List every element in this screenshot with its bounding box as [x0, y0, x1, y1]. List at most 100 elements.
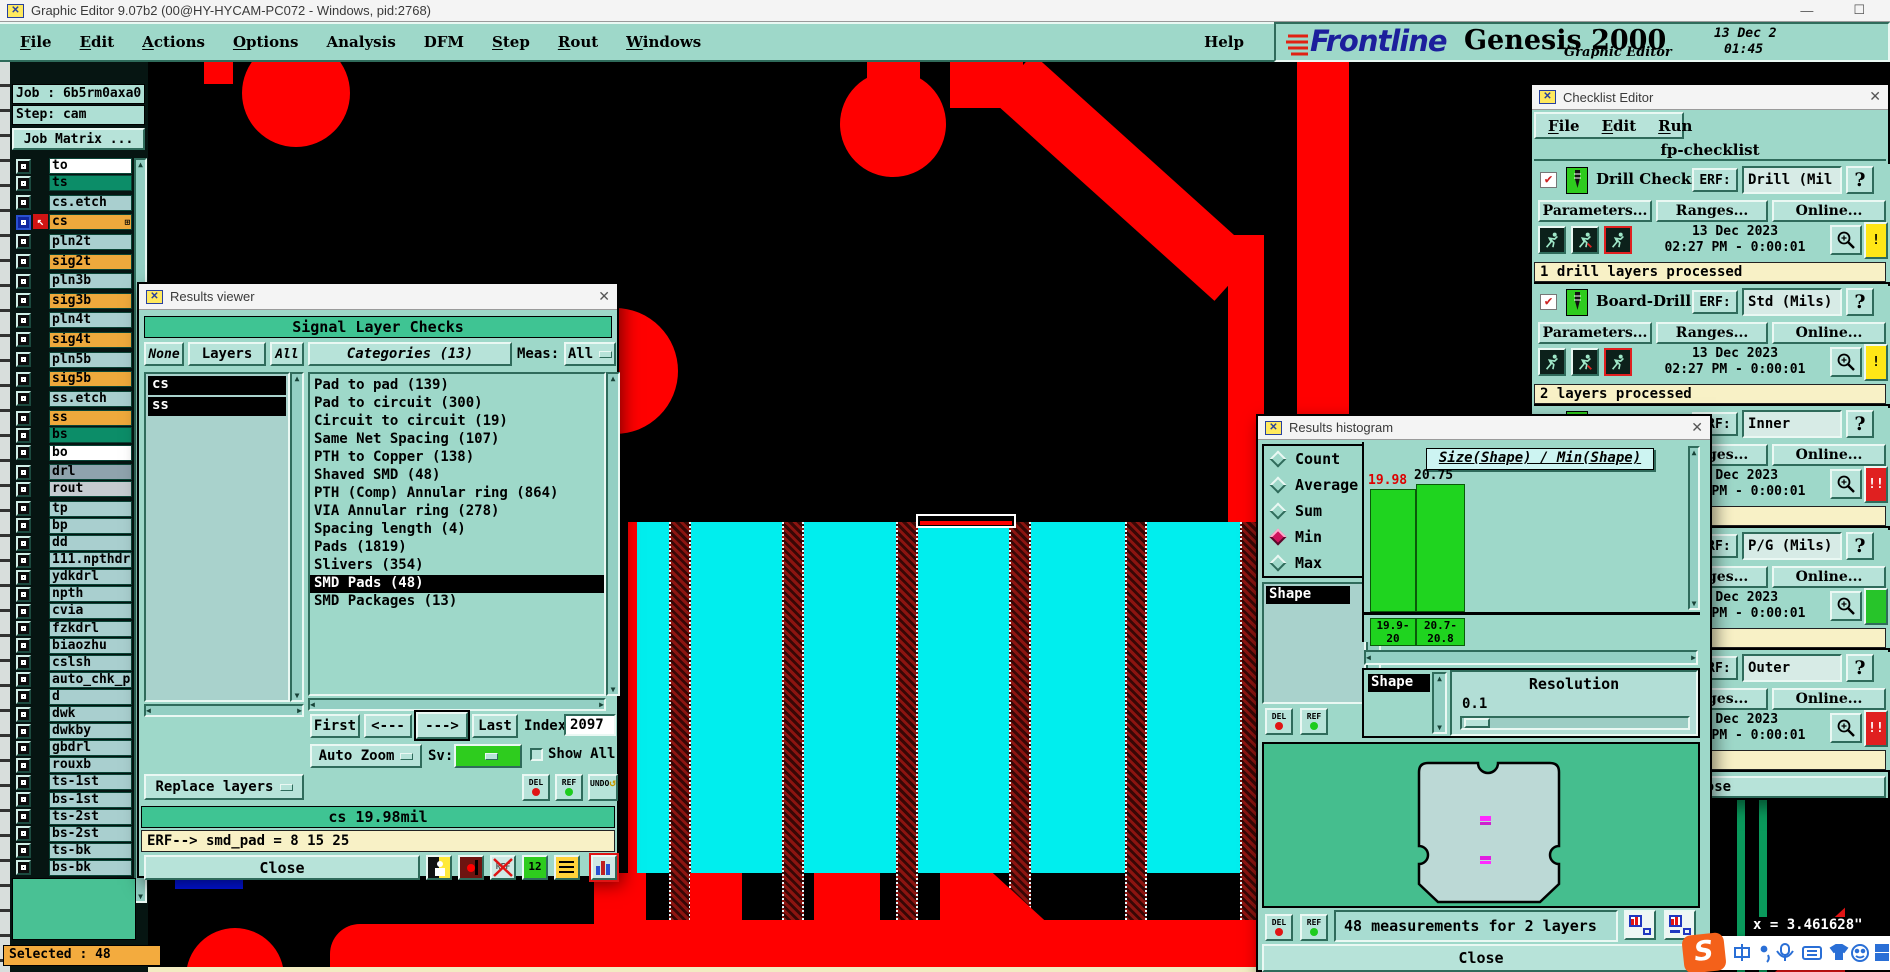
category-item[interactable]: Same Net Spacing (107)	[310, 431, 604, 449]
layer-label[interactable]: dwk	[49, 706, 132, 722]
hist-del-button2[interactable]: DEL	[1265, 914, 1293, 941]
sogou-logo[interactable]: S	[1681, 931, 1727, 972]
layer-label[interactable]: dd	[49, 535, 132, 551]
layer-label[interactable]: sig3b	[49, 292, 132, 309]
viewer-close-button[interactable]: Close	[144, 855, 420, 880]
help-button[interactable]: ?	[1846, 532, 1874, 560]
category-item[interactable]: PTH (Comp) Annular ring (864)	[310, 485, 604, 503]
layer-checkbox[interactable]	[16, 371, 31, 387]
layer-checkbox[interactable]	[16, 352, 31, 367]
layer-label[interactable]: ts-1st	[49, 774, 132, 791]
layer-row-bs-2st[interactable]: bs-2st	[12, 825, 132, 842]
online-button[interactable]: Online...	[1772, 566, 1886, 588]
undo-button[interactable]: UNDO↺	[588, 774, 618, 801]
layer-checkbox[interactable]	[16, 293, 31, 309]
ranges-button[interactable]: Ranges...	[1656, 322, 1768, 344]
radio-diamond-icon[interactable]	[1269, 502, 1287, 520]
first-button[interactable]: First	[310, 714, 360, 738]
layer-checkbox[interactable]	[16, 391, 31, 407]
layer-checkbox[interactable]	[16, 273, 31, 289]
layer-row-dwkby[interactable]: dwkby	[12, 723, 132, 740]
layer-row-bs[interactable]: bs	[12, 427, 132, 444]
layer-checkbox[interactable]	[16, 792, 31, 807]
layer-row-drl[interactable]: drl	[12, 464, 132, 481]
layer-label[interactable]: cs.etch	[49, 194, 132, 211]
menu-dfm[interactable]: DFM	[424, 33, 464, 51]
layer-row-npth[interactable]: npth	[12, 586, 132, 603]
show-all-checkbox[interactable]	[530, 748, 543, 761]
layer-label[interactable]: rouxb	[49, 757, 132, 774]
viewer-titlebar[interactable]: ✕ Results viewer ✕	[139, 284, 617, 310]
layer-checkbox[interactable]	[16, 312, 31, 328]
section-checkbox[interactable]: ✔	[1540, 294, 1557, 310]
layer-checkbox[interactable]	[16, 234, 31, 250]
close-icon[interactable]: ✕	[1869, 89, 1881, 105]
help-button[interactable]: ?	[1846, 288, 1874, 316]
menu-help[interactable]: Help	[1204, 33, 1244, 51]
layer-label[interactable]: auto_chk_pn	[49, 671, 132, 688]
hist-ref-button[interactable]: REF	[1300, 708, 1328, 735]
ref-off-icon[interactable]: REF	[490, 855, 516, 880]
slider-thumb[interactable]	[1464, 718, 1490, 728]
ime-icons[interactable]	[1733, 942, 1889, 964]
layer-checkbox[interactable]	[16, 552, 31, 568]
layer-row-ts-2st[interactable]: ts-2st	[12, 808, 132, 825]
online-button[interactable]: Online...	[1772, 322, 1886, 344]
layer-checkbox[interactable]	[16, 254, 31, 269]
current-marker-icon[interactable]	[458, 855, 484, 880]
magnifier-icon[interactable]	[1830, 225, 1862, 255]
replace-layers-dropdown[interactable]: Replace layers	[144, 774, 304, 800]
layer-row-pln2t[interactable]: pln2t	[12, 233, 132, 250]
layer-checkbox[interactable]	[16, 826, 31, 842]
layer-row-rouxb[interactable]: rouxb	[12, 757, 132, 774]
layer-label[interactable]: sig4t	[49, 331, 132, 348]
layer-row-bp[interactable]: bp	[12, 517, 132, 534]
layer-row-pln5b[interactable]: pln5b	[12, 351, 132, 368]
viewer-layer-item[interactable]: cs	[148, 376, 286, 395]
layer-row-tp[interactable]: tp	[12, 500, 132, 517]
online-button[interactable]: Online...	[1772, 444, 1886, 466]
category-item[interactable]: SMD Packages (13)	[310, 593, 604, 611]
histogram-bar[interactable]	[1370, 489, 1416, 612]
layer-row-sig3b[interactable]: sig3b	[12, 292, 132, 309]
prev-button[interactable]: <---	[364, 714, 412, 738]
shape-list-item[interactable]: Shape	[1266, 586, 1350, 604]
layer-label[interactable]: biaozhu	[49, 637, 132, 654]
chart-vscroll[interactable]: ▲ ▼	[1688, 446, 1700, 610]
checklist-menu-run[interactable]: Run	[1658, 117, 1692, 135]
checklist-menu-edit[interactable]: Edit	[1602, 117, 1637, 135]
run-partial-icon[interactable]	[1571, 226, 1599, 254]
menu-edit[interactable]: Edit	[80, 33, 115, 51]
layer-label[interactable]: bs-2st	[49, 825, 132, 842]
layer-label[interactable]: bs-1st	[49, 791, 132, 808]
layer-label[interactable]: bs-bk	[49, 859, 132, 876]
maximize-icon[interactable]: ☐	[1853, 3, 1865, 18]
layer-label[interactable]: ss.etch	[49, 390, 132, 407]
menu-step[interactable]: Step	[492, 33, 530, 51]
layer-label[interactable]: pln5b	[49, 351, 132, 368]
menu-options[interactable]: Options	[233, 33, 299, 51]
run-selected-icon[interactable]	[1604, 226, 1632, 254]
run-partial-icon[interactable]	[1571, 348, 1599, 376]
online-button[interactable]: Online...	[1772, 688, 1886, 710]
layer-checkbox[interactable]	[16, 723, 31, 739]
layer-row-ts-bk[interactable]: ts-bk	[12, 842, 132, 859]
layer-checkbox[interactable]	[16, 214, 31, 230]
status-badge[interactable]: !	[1864, 344, 1888, 381]
minimize-icon[interactable]: —	[1800, 3, 1813, 18]
help-button[interactable]: ?	[1846, 166, 1874, 194]
day-night-icon[interactable]	[426, 855, 452, 880]
layer-row-cs.etch[interactable]: cs.etch	[12, 194, 132, 211]
layer-checkbox[interactable]	[16, 774, 31, 790]
layer-label[interactable]: ss	[49, 410, 132, 427]
histogram-titlebar[interactable]: ✕ Results histogram ✕	[1258, 416, 1710, 440]
status-badge[interactable]: !!	[1864, 710, 1888, 747]
erf-field[interactable]: Std (Mils)	[1742, 288, 1842, 316]
layer-label[interactable]: pln2t	[49, 233, 132, 250]
status-badge[interactable]	[1864, 588, 1888, 625]
layer-row-pln3b[interactable]: pln3b	[12, 273, 132, 290]
layer-label[interactable]: cs ⊞	[49, 214, 132, 231]
close-icon[interactable]: ✕	[1691, 420, 1703, 436]
section-checkbox[interactable]: ✔	[1540, 172, 1557, 188]
erf-field[interactable]: Inner	[1742, 410, 1842, 438]
